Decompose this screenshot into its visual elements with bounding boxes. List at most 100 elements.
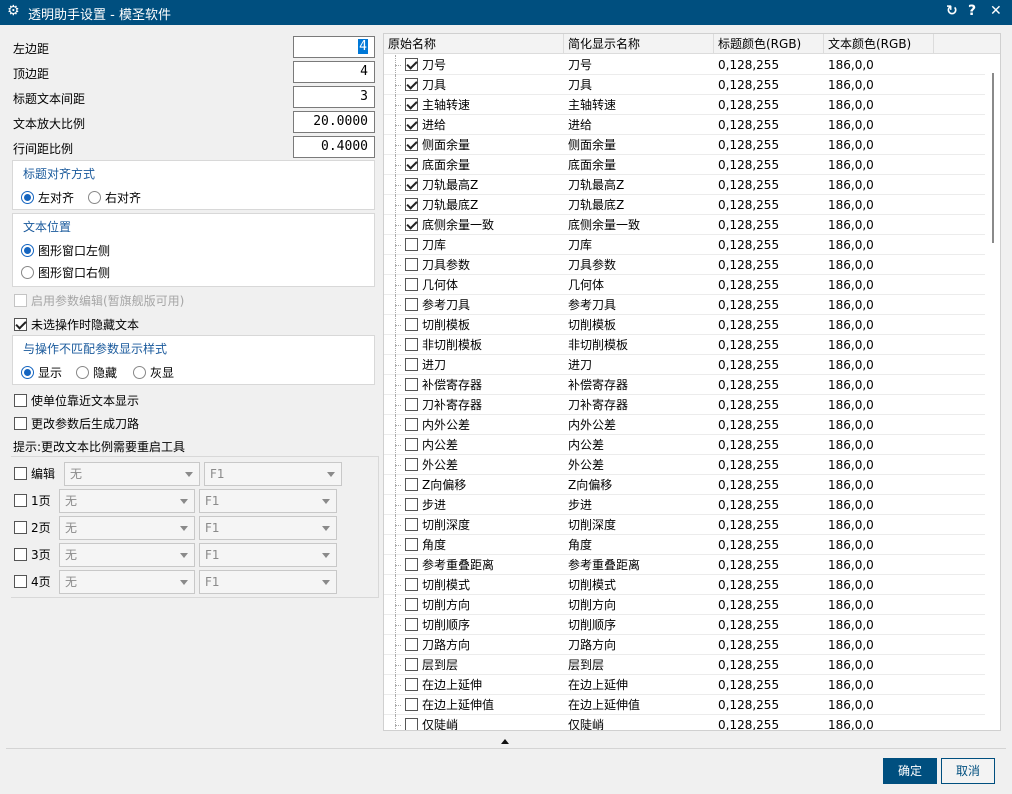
table-row[interactable]: 内外公差 内外公差 0,128,255 186,0,0 bbox=[384, 415, 985, 435]
title-color-cell[interactable]: 0,128,255 bbox=[718, 255, 828, 275]
page-row-1-checkbox[interactable]: 1页 bbox=[14, 492, 51, 509]
table-row[interactable]: 在边上延伸 在边上延伸 0,128,255 186,0,0 bbox=[384, 675, 985, 695]
short-name-cell[interactable]: 刀库 bbox=[568, 235, 718, 255]
short-name-cell[interactable]: 侧面余量 bbox=[568, 135, 718, 155]
title-color-cell[interactable]: 0,128,255 bbox=[718, 55, 828, 75]
collapse-arrow-icon[interactable] bbox=[501, 739, 509, 744]
text-scale-input[interactable]: 20.0000 bbox=[293, 111, 375, 133]
title-color-cell[interactable]: 0,128,255 bbox=[718, 695, 828, 715]
table-row[interactable]: 角度 角度 0,128,255 186,0,0 bbox=[384, 535, 985, 555]
help-icon[interactable]: ? bbox=[968, 3, 976, 19]
table-row[interactable]: 刀具 刀具 0,128,255 186,0,0 bbox=[384, 75, 985, 95]
text-color-cell[interactable]: 186,0,0 bbox=[828, 695, 938, 715]
table-row[interactable]: 仅陡峭 仅陡峭 0,128,255 186,0,0 bbox=[384, 715, 985, 730]
page-row-edit-key2-select[interactable]: F1 bbox=[204, 462, 342, 486]
table-row[interactable]: 步进 步进 0,128,255 186,0,0 bbox=[384, 495, 985, 515]
short-name-cell[interactable]: 刀具 bbox=[568, 75, 718, 95]
close-icon[interactable]: ✕ bbox=[990, 3, 1002, 19]
title-color-cell[interactable]: 0,128,255 bbox=[718, 95, 828, 115]
table-row[interactable]: 切削方向 切削方向 0,128,255 186,0,0 bbox=[384, 595, 985, 615]
ok-button[interactable]: 确定 bbox=[883, 758, 937, 784]
title-color-cell[interactable]: 0,128,255 bbox=[718, 475, 828, 495]
text-color-cell[interactable]: 186,0,0 bbox=[828, 155, 938, 175]
position-left-radio[interactable]: 图形窗口左侧 bbox=[21, 242, 110, 259]
table-row[interactable]: 进给 进给 0,128,255 186,0,0 bbox=[384, 115, 985, 135]
text-color-cell[interactable]: 186,0,0 bbox=[828, 655, 938, 675]
page-row-4-key1-select[interactable]: 无 bbox=[59, 570, 195, 594]
table-row[interactable]: 层到层 层到层 0,128,255 186,0,0 bbox=[384, 655, 985, 675]
short-name-cell[interactable]: 刀具参数 bbox=[568, 255, 718, 275]
position-right-radio[interactable]: 图形窗口右侧 bbox=[21, 264, 110, 281]
reset-icon[interactable]: ↻ bbox=[946, 3, 958, 19]
mismatch-show-radio[interactable]: 显示 bbox=[21, 364, 62, 381]
title-color-cell[interactable]: 0,128,255 bbox=[718, 395, 828, 415]
line-spacing-input[interactable]: 0.4000 bbox=[293, 136, 375, 158]
short-name-cell[interactable]: 非切削模板 bbox=[568, 335, 718, 355]
page-row-4-checkbox[interactable]: 4页 bbox=[14, 573, 51, 590]
short-name-cell[interactable]: 刀轨最高Z bbox=[568, 175, 718, 195]
short-name-cell[interactable]: 刀路方向 bbox=[568, 635, 718, 655]
table-row[interactable]: 切削模板 切削模板 0,128,255 186,0,0 bbox=[384, 315, 985, 335]
title-color-cell[interactable]: 0,128,255 bbox=[718, 435, 828, 455]
text-color-cell[interactable]: 186,0,0 bbox=[828, 515, 938, 535]
text-color-cell[interactable]: 186,0,0 bbox=[828, 415, 938, 435]
short-name-cell[interactable]: 主轴转速 bbox=[568, 95, 718, 115]
text-color-cell[interactable]: 186,0,0 bbox=[828, 375, 938, 395]
text-color-cell[interactable]: 186,0,0 bbox=[828, 635, 938, 655]
vertical-scrollbar[interactable] bbox=[987, 55, 1000, 730]
row-checkbox[interactable] bbox=[405, 558, 418, 571]
row-checkbox[interactable] bbox=[405, 398, 418, 411]
top-margin-input[interactable]: 4 bbox=[293, 61, 375, 83]
page-row-edit-key1-select[interactable]: 无 bbox=[64, 462, 200, 486]
page-row-1-key2-select[interactable]: F1 bbox=[199, 489, 337, 513]
text-color-cell[interactable]: 186,0,0 bbox=[828, 175, 938, 195]
short-name-cell[interactable]: 内外公差 bbox=[568, 415, 718, 435]
table-row[interactable]: 刀号 刀号 0,128,255 186,0,0 bbox=[384, 55, 985, 75]
column-header-text-color[interactable]: 文本颜色(RGB) bbox=[824, 34, 934, 54]
hide-unselected-checkbox[interactable]: 未选操作时隐藏文本 bbox=[14, 316, 139, 333]
enable-param-edit-checkbox[interactable]: 启用参数编辑(暂旗舰版可用) bbox=[14, 292, 184, 309]
column-header-title-color[interactable]: 标题颜色(RGB) bbox=[714, 34, 824, 54]
table-row[interactable]: 参考刀具 参考刀具 0,128,255 186,0,0 bbox=[384, 295, 985, 315]
short-name-cell[interactable]: 切削顺序 bbox=[568, 615, 718, 635]
title-color-cell[interactable]: 0,128,255 bbox=[718, 635, 828, 655]
row-checkbox[interactable] bbox=[405, 418, 418, 431]
row-checkbox[interactable] bbox=[405, 578, 418, 591]
row-checkbox[interactable] bbox=[405, 378, 418, 391]
title-color-cell[interactable]: 0,128,255 bbox=[718, 535, 828, 555]
text-color-cell[interactable]: 186,0,0 bbox=[828, 255, 938, 275]
short-name-cell[interactable]: 步进 bbox=[568, 495, 718, 515]
row-checkbox[interactable] bbox=[405, 138, 418, 151]
title-color-cell[interactable]: 0,128,255 bbox=[718, 495, 828, 515]
row-checkbox[interactable] bbox=[405, 598, 418, 611]
table-row[interactable]: 内公差 内公差 0,128,255 186,0,0 bbox=[384, 435, 985, 455]
page-row-3-key2-select[interactable]: F1 bbox=[199, 543, 337, 567]
text-color-cell[interactable]: 186,0,0 bbox=[828, 575, 938, 595]
text-color-cell[interactable]: 186,0,0 bbox=[828, 295, 938, 315]
text-color-cell[interactable]: 186,0,0 bbox=[828, 115, 938, 135]
text-color-cell[interactable]: 186,0,0 bbox=[828, 455, 938, 475]
table-row[interactable]: 切削顺序 切削顺序 0,128,255 186,0,0 bbox=[384, 615, 985, 635]
text-color-cell[interactable]: 186,0,0 bbox=[828, 715, 938, 730]
cancel-button[interactable]: 取消 bbox=[941, 758, 995, 784]
short-name-cell[interactable]: 底面余量 bbox=[568, 155, 718, 175]
left-margin-input[interactable]: 4 bbox=[293, 36, 375, 58]
page-row-3-key1-select[interactable]: 无 bbox=[59, 543, 195, 567]
title-color-cell[interactable]: 0,128,255 bbox=[718, 115, 828, 135]
title-color-cell[interactable]: 0,128,255 bbox=[718, 335, 828, 355]
title-color-cell[interactable]: 0,128,255 bbox=[718, 415, 828, 435]
short-name-cell[interactable]: 进刀 bbox=[568, 355, 718, 375]
page-row-2-key1-select[interactable]: 无 bbox=[59, 516, 195, 540]
text-color-cell[interactable]: 186,0,0 bbox=[828, 235, 938, 255]
title-color-cell[interactable]: 0,128,255 bbox=[718, 455, 828, 475]
text-color-cell[interactable]: 186,0,0 bbox=[828, 675, 938, 695]
row-checkbox[interactable] bbox=[405, 698, 418, 711]
text-color-cell[interactable]: 186,0,0 bbox=[828, 495, 938, 515]
row-checkbox[interactable] bbox=[405, 498, 418, 511]
text-color-cell[interactable]: 186,0,0 bbox=[828, 315, 938, 335]
row-checkbox[interactable] bbox=[405, 258, 418, 271]
mismatch-gray-radio[interactable]: 灰显 bbox=[133, 364, 174, 381]
row-checkbox[interactable] bbox=[405, 338, 418, 351]
mismatch-hide-radio[interactable]: 隐藏 bbox=[76, 364, 117, 381]
row-checkbox[interactable] bbox=[405, 478, 418, 491]
